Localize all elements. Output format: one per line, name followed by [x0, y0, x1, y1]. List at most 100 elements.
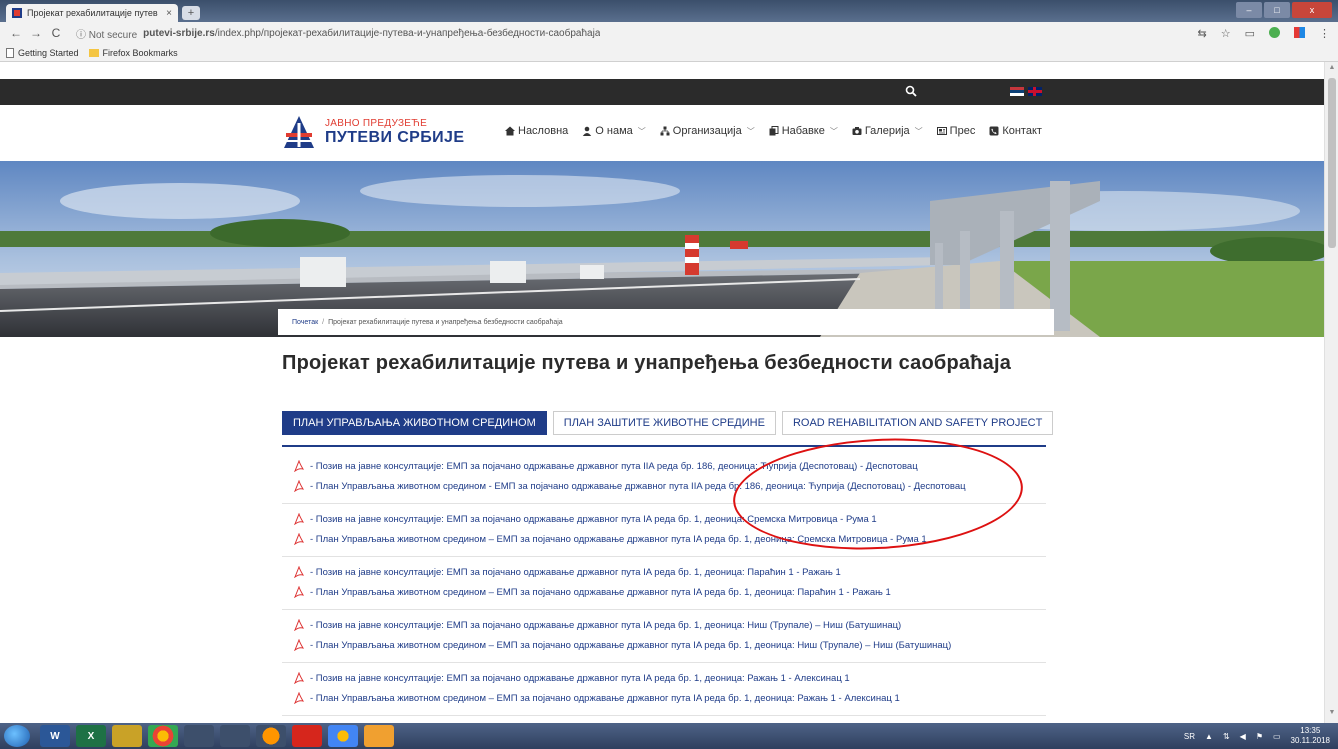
nav-item-about[interactable]: О нама ﹀ — [582, 125, 646, 137]
sitemap-icon — [660, 126, 670, 136]
chrome-app-icon[interactable] — [328, 725, 358, 747]
document-link-text: - Позив на јавне консултације: ЕМП за по… — [310, 619, 902, 631]
tab-environmental-protection-plan[interactable]: ПЛАН ЗАШТИТЕ ЖИВОТНЕ СРЕДИНЕ — [552, 411, 776, 435]
display-icon[interactable]: ▭ — [1273, 732, 1281, 741]
nav-label: О нама — [595, 125, 633, 137]
pdf-icon — [294, 639, 304, 651]
bookmarks-bar: Getting Started Firefox Bookmarks — [0, 44, 1338, 62]
back-button[interactable]: ← — [8, 26, 24, 40]
breadcrumb-home-link[interactable]: Почетак — [292, 319, 318, 326]
browser-tab-strip: Пројекат рехабилитације путев × + – □ x — [0, 0, 1338, 22]
nav-item-home[interactable]: Насловна — [505, 125, 568, 137]
minimize-button[interactable]: – — [1236, 2, 1262, 18]
pdf-icon — [294, 480, 304, 492]
folder-icon — [88, 48, 99, 57]
nav-item-procurement[interactable]: Набавке ﹀ — [769, 125, 838, 137]
document-link[interactable]: - Позив на јавне консултације: ЕМП за по… — [282, 668, 1046, 688]
pdf-icon — [294, 672, 304, 684]
pdf-icon — [294, 513, 304, 525]
nav-label: Прес — [949, 125, 976, 137]
forward-button[interactable]: → — [28, 26, 44, 40]
pdf-icon — [294, 460, 304, 472]
tab-environmental-management-plan[interactable]: ПЛАН УПРАВЉАЊА ЖИВОТНОМ СРЕДИНОМ — [282, 411, 547, 435]
acrobat-app-icon[interactable] — [292, 725, 322, 747]
document-link[interactable]: - План Управљања животном средином – ЕМП… — [282, 688, 1046, 708]
taskbar-clock[interactable]: 13:35 30.11.2018 — [1291, 726, 1330, 746]
brand-title: ПУТЕВИ СРБИЈЕ — [325, 128, 465, 146]
security-indicator[interactable]: ⓘ Not secure — [76, 26, 137, 41]
document-link-text: - План Управљања животном средином – ЕМП… — [310, 639, 952, 651]
firefox-app-icon[interactable] — [256, 725, 286, 747]
search-icon[interactable] — [905, 85, 917, 97]
nav-item-contact[interactable]: Контакт — [989, 125, 1042, 137]
breadcrumb-current: Пројекат рехабилитације путева и унапређ… — [328, 318, 563, 326]
chevron-down-icon: ﹀ — [746, 126, 755, 136]
bookmark-item[interactable]: Firefox Bookmarks — [88, 47, 178, 58]
document-link[interactable]: - Позив на јавне консултације: ЕМП за по… — [282, 562, 1046, 582]
notes-app-icon[interactable] — [364, 725, 394, 747]
nav-item-press[interactable]: Прес — [936, 125, 976, 137]
document-link[interactable]: - План Управљања животном средином – ЕМП… — [282, 635, 1046, 655]
maximize-button[interactable]: □ — [1264, 2, 1290, 18]
document-link[interactable]: - Позив на јавне консултације: ЕМП за по… — [282, 615, 1046, 635]
action-center-flag-icon[interactable]: ⚑ — [1256, 732, 1263, 741]
bookmark-star-icon[interactable]: ☆ — [1221, 27, 1231, 40]
site-header: ЈАВНО ПРЕДУЗЕЋЕ ПУТЕВИ СРБИЈЕ Насловна О… — [0, 105, 1324, 161]
nav-item-gallery[interactable]: Галерија ﹀ — [852, 125, 923, 137]
url-input[interactable]: ⓘ Not secure putevi-srbije.rs/index.php/… — [76, 24, 1188, 42]
menu-icon[interactable]: ⋮ — [1319, 27, 1330, 40]
english-flag-icon[interactable] — [1028, 87, 1042, 96]
chrome-app-icon[interactable] — [148, 725, 178, 747]
scroll-down-arrow-icon[interactable]: ▼ — [1325, 709, 1338, 721]
chevron-down-icon: ﹀ — [914, 126, 923, 136]
bookmark-label: Getting Started — [18, 47, 79, 58]
app-arrow-icon[interactable] — [220, 725, 250, 747]
volume-icon[interactable]: ◀ — [1240, 732, 1246, 741]
url-domain: putevi-srbije.rs — [143, 27, 215, 39]
tray-expand-icon[interactable]: ▲ — [1205, 732, 1213, 741]
cast-icon[interactable]: ▭ — [1245, 27, 1255, 40]
url-path: /index.php/пројекат-рехабилитације-путев… — [214, 27, 601, 39]
nav-item-organization[interactable]: Организација ﹀ — [660, 125, 755, 137]
reload-button[interactable]: C — [48, 26, 64, 40]
contact-icon — [989, 126, 999, 136]
nav-label: Контакт — [1002, 125, 1042, 137]
pdf-icon — [294, 586, 304, 598]
nav-label: Организација — [672, 125, 742, 137]
newspaper-icon — [936, 127, 947, 135]
file-explorer-icon[interactable] — [112, 725, 142, 747]
brand-subtitle: ЈАВНО ПРЕДУЗЕЋЕ — [325, 117, 428, 129]
serbian-flag-icon[interactable] — [1010, 87, 1024, 96]
extension-icon[interactable] — [1294, 26, 1305, 38]
document-group: - Позив на јавне консултације: ЕМП за по… — [282, 663, 1046, 716]
scrollbar-thumb[interactable] — [1328, 78, 1336, 248]
system-tray: SR ▲ ⇅ ◀ ⚑ ▭ 13:35 30.11.2018 — [1184, 723, 1330, 749]
scroll-up-arrow-icon[interactable]: ▲ — [1325, 64, 1338, 76]
tab-road-rehabilitation-project[interactable]: ROAD REHABILITATION AND SAFETY PROJECT — [781, 411, 1054, 435]
word-app-icon[interactable]: W — [40, 725, 70, 747]
excel-app-icon[interactable]: X — [76, 725, 106, 747]
document-link-text: - Позив на јавне консултације: ЕМП за по… — [310, 672, 850, 684]
network-icon[interactable]: ⇅ — [1223, 732, 1230, 741]
new-tab-button[interactable]: + — [182, 6, 200, 20]
start-button[interactable] — [4, 725, 30, 747]
browser-tab[interactable]: Пројекат рехабилитације путев × — [6, 4, 178, 22]
bookmark-label: Firefox Bookmarks — [102, 47, 178, 58]
translate-icon[interactable]: ⇆ — [1198, 27, 1207, 40]
document-group: - Позив на јавне консултације: ЕМП за по… — [282, 610, 1046, 663]
page-scrollbar[interactable]: ▲ ▼ — [1324, 62, 1338, 723]
app-arrow-icon[interactable] — [184, 725, 214, 747]
browser-tab-title: Пројекат рехабилитације путев — [27, 8, 158, 18]
content-tabs: ПЛАН УПРАВЉАЊА ЖИВОТНОМ СРЕДИНОМ ПЛАН ЗА… — [282, 411, 1054, 435]
site-logo[interactable]: ЈАВНО ПРЕДУЗЕЋЕ ПУТЕВИ СРБИЈЕ — [283, 115, 464, 149]
document-link[interactable]: - План Управљања животном средином – ЕМП… — [282, 582, 1046, 602]
document-link-text: - План Управљања животном средином – ЕМП… — [310, 586, 891, 598]
language-indicator[interactable]: SR — [1184, 732, 1195, 741]
close-window-button[interactable]: x — [1292, 2, 1332, 18]
extension-icon[interactable] — [1269, 26, 1280, 38]
chevron-down-icon: ﹀ — [637, 126, 646, 136]
bookmark-item[interactable]: Getting Started — [6, 47, 79, 58]
close-tab-icon[interactable]: × — [166, 8, 172, 19]
home-icon — [505, 126, 515, 136]
breadcrumb: Почетак / Пројекат рехабилитације путева… — [278, 309, 1054, 335]
